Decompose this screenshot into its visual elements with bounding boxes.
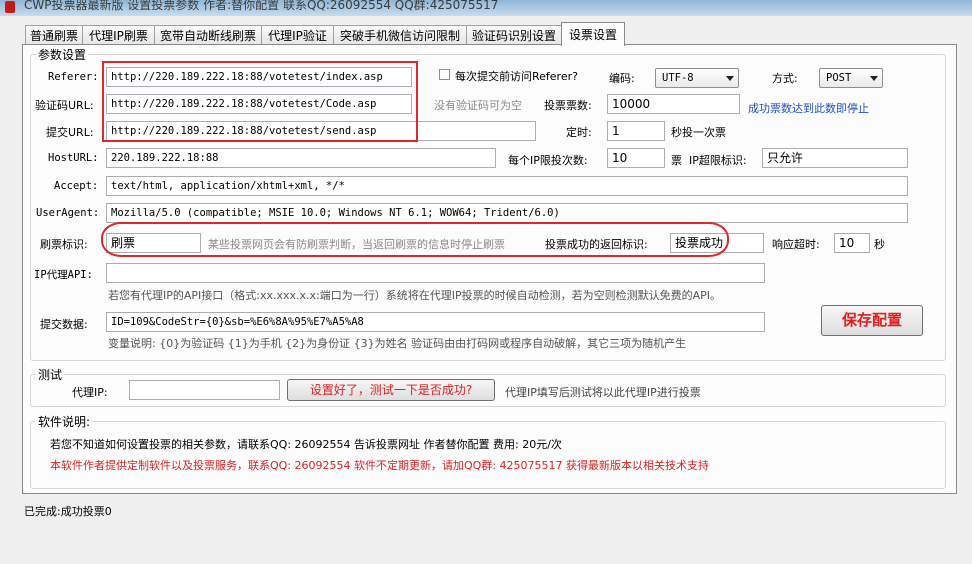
referer-label: Referer: xyxy=(48,71,99,83)
proxy-api-hint: 若您有代理IP的API接口（格式:xx.xxx.x.x:端口为一行）系统将在代理… xyxy=(108,289,722,302)
encoding-select[interactable]: UTF-8 xyxy=(655,68,739,88)
user-agent-label: UserAgent: xyxy=(36,207,100,219)
timeout-unit: 秒 xyxy=(874,238,885,251)
proxy-api-label: IP代理API: xyxy=(34,269,93,281)
encoding-value: UTF-8 xyxy=(662,72,694,84)
ip-limit-input[interactable]: 只允许 xyxy=(762,148,908,168)
accept-label: Accept: xyxy=(54,180,99,192)
window-title: CWP投票器最新版 设置投票参数 作者:替你配置 联系QQ:26092554 Q… xyxy=(24,0,499,12)
test-proxy-label: 代理IP: xyxy=(72,386,108,399)
tab-wechat-limit[interactable]: 突破手机微信访问限制 xyxy=(333,25,467,46)
host-url-label: HostURL: xyxy=(48,152,99,164)
test-note: 代理IP填写后测试将以此代理IP进行投票 xyxy=(505,386,701,399)
captcha-url-hint: 没有验证码可为空 xyxy=(434,99,522,112)
chevron-down-icon xyxy=(726,76,734,81)
user-agent-input[interactable]: Mozilla/5.0 (compatible; MSIE 10.0; Wind… xyxy=(106,203,908,223)
url-highlight-box xyxy=(102,61,418,142)
per-ip-label: 每个IP限投次数: xyxy=(508,154,588,167)
post-data-label: 提交数据: xyxy=(40,318,88,331)
vote-count-note: 成功票数达到此数即停止 xyxy=(748,102,869,115)
tab-captcha-settings[interactable]: 验证码识别设置 xyxy=(466,25,562,46)
tab-vote-settings[interactable]: 设票设置 xyxy=(561,22,625,46)
visit-referer-label: 每次提交前访问Referer? xyxy=(455,70,578,83)
about-line-2: 本软件作者提供定制软件以及投票服务，联系QQ: 26092554 软件不定期更新… xyxy=(50,459,710,472)
interval-label: 定时: xyxy=(566,126,592,139)
captcha-url-label: 验证码URL: xyxy=(35,99,94,112)
visit-referer-checkbox[interactable] xyxy=(439,69,450,80)
app-icon xyxy=(5,1,15,13)
method-select[interactable]: POST xyxy=(819,68,883,88)
interval-unit: 秒投一次票 xyxy=(671,126,726,139)
timeout-label: 响应超时: xyxy=(772,238,820,251)
save-config-button[interactable]: 保存配置 xyxy=(821,305,923,336)
per-ip-unit: 票 xyxy=(671,154,682,167)
proxy-api-input[interactable] xyxy=(106,263,765,283)
tab-broadband-vote[interactable]: 宽带自动断线刷票 xyxy=(154,25,262,46)
test-proxy-input[interactable] xyxy=(129,380,280,400)
title-bar: CWP投票器最新版 设置投票参数 作者:替你配置 联系QQ:26092554 Q… xyxy=(0,0,972,17)
tab-normal-vote[interactable]: 普通刷票 xyxy=(25,25,83,46)
chevron-down-icon xyxy=(870,76,878,81)
params-legend: 参数设置 xyxy=(36,46,89,63)
timeout-input[interactable]: 10 xyxy=(834,233,870,253)
tab-proxy-ip-check[interactable]: 代理IP验证 xyxy=(261,25,334,46)
vote-count-label: 投票票数: xyxy=(544,99,592,112)
tab-proxy-ip-vote[interactable]: 代理IP刷票 xyxy=(82,25,155,46)
flag-highlight-oval xyxy=(101,222,729,257)
test-button-label: 设置好了，测试一下是否成功? xyxy=(309,383,473,397)
status-text: 已完成:成功投票0 xyxy=(24,505,112,518)
encoding-label: 编码: xyxy=(609,72,635,85)
method-value: POST xyxy=(826,72,852,84)
test-legend: 测试 xyxy=(36,366,65,383)
save-config-label: 保存配置 xyxy=(841,311,902,329)
interval-input[interactable]: 1 xyxy=(607,121,665,141)
brush-flag-label: 刷票标识: xyxy=(40,238,88,251)
vote-count-input[interactable]: 10000 xyxy=(607,94,740,114)
method-label: 方式: xyxy=(772,72,798,85)
per-ip-input[interactable]: 10 xyxy=(607,148,665,168)
post-data-hint: 变量说明: {0}为验证码 {1}为手机 {2}为身份证 {3}为姓名 验证码由… xyxy=(108,337,687,350)
about-legend: 软件说明: xyxy=(36,413,93,430)
about-group xyxy=(30,421,946,489)
submit-url-label: 提交URL: xyxy=(46,126,94,139)
test-button[interactable]: 设置好了，测试一下是否成功? xyxy=(287,379,495,401)
accept-input[interactable]: text/html, application/xhtml+xml, */* xyxy=(106,176,908,196)
ip-limit-label: IP超限标识: xyxy=(689,154,747,167)
post-data-input[interactable]: ID=109&CodeStr={0}&sb=%E6%8A%95%E7%A5%A8 xyxy=(106,312,765,332)
host-url-input[interactable]: 220.189.222.18:88 xyxy=(106,148,496,168)
about-line-1: 若您不知道如何设置投票的相关参数，请联系QQ: 26092554 告诉投票网址 … xyxy=(50,438,562,451)
